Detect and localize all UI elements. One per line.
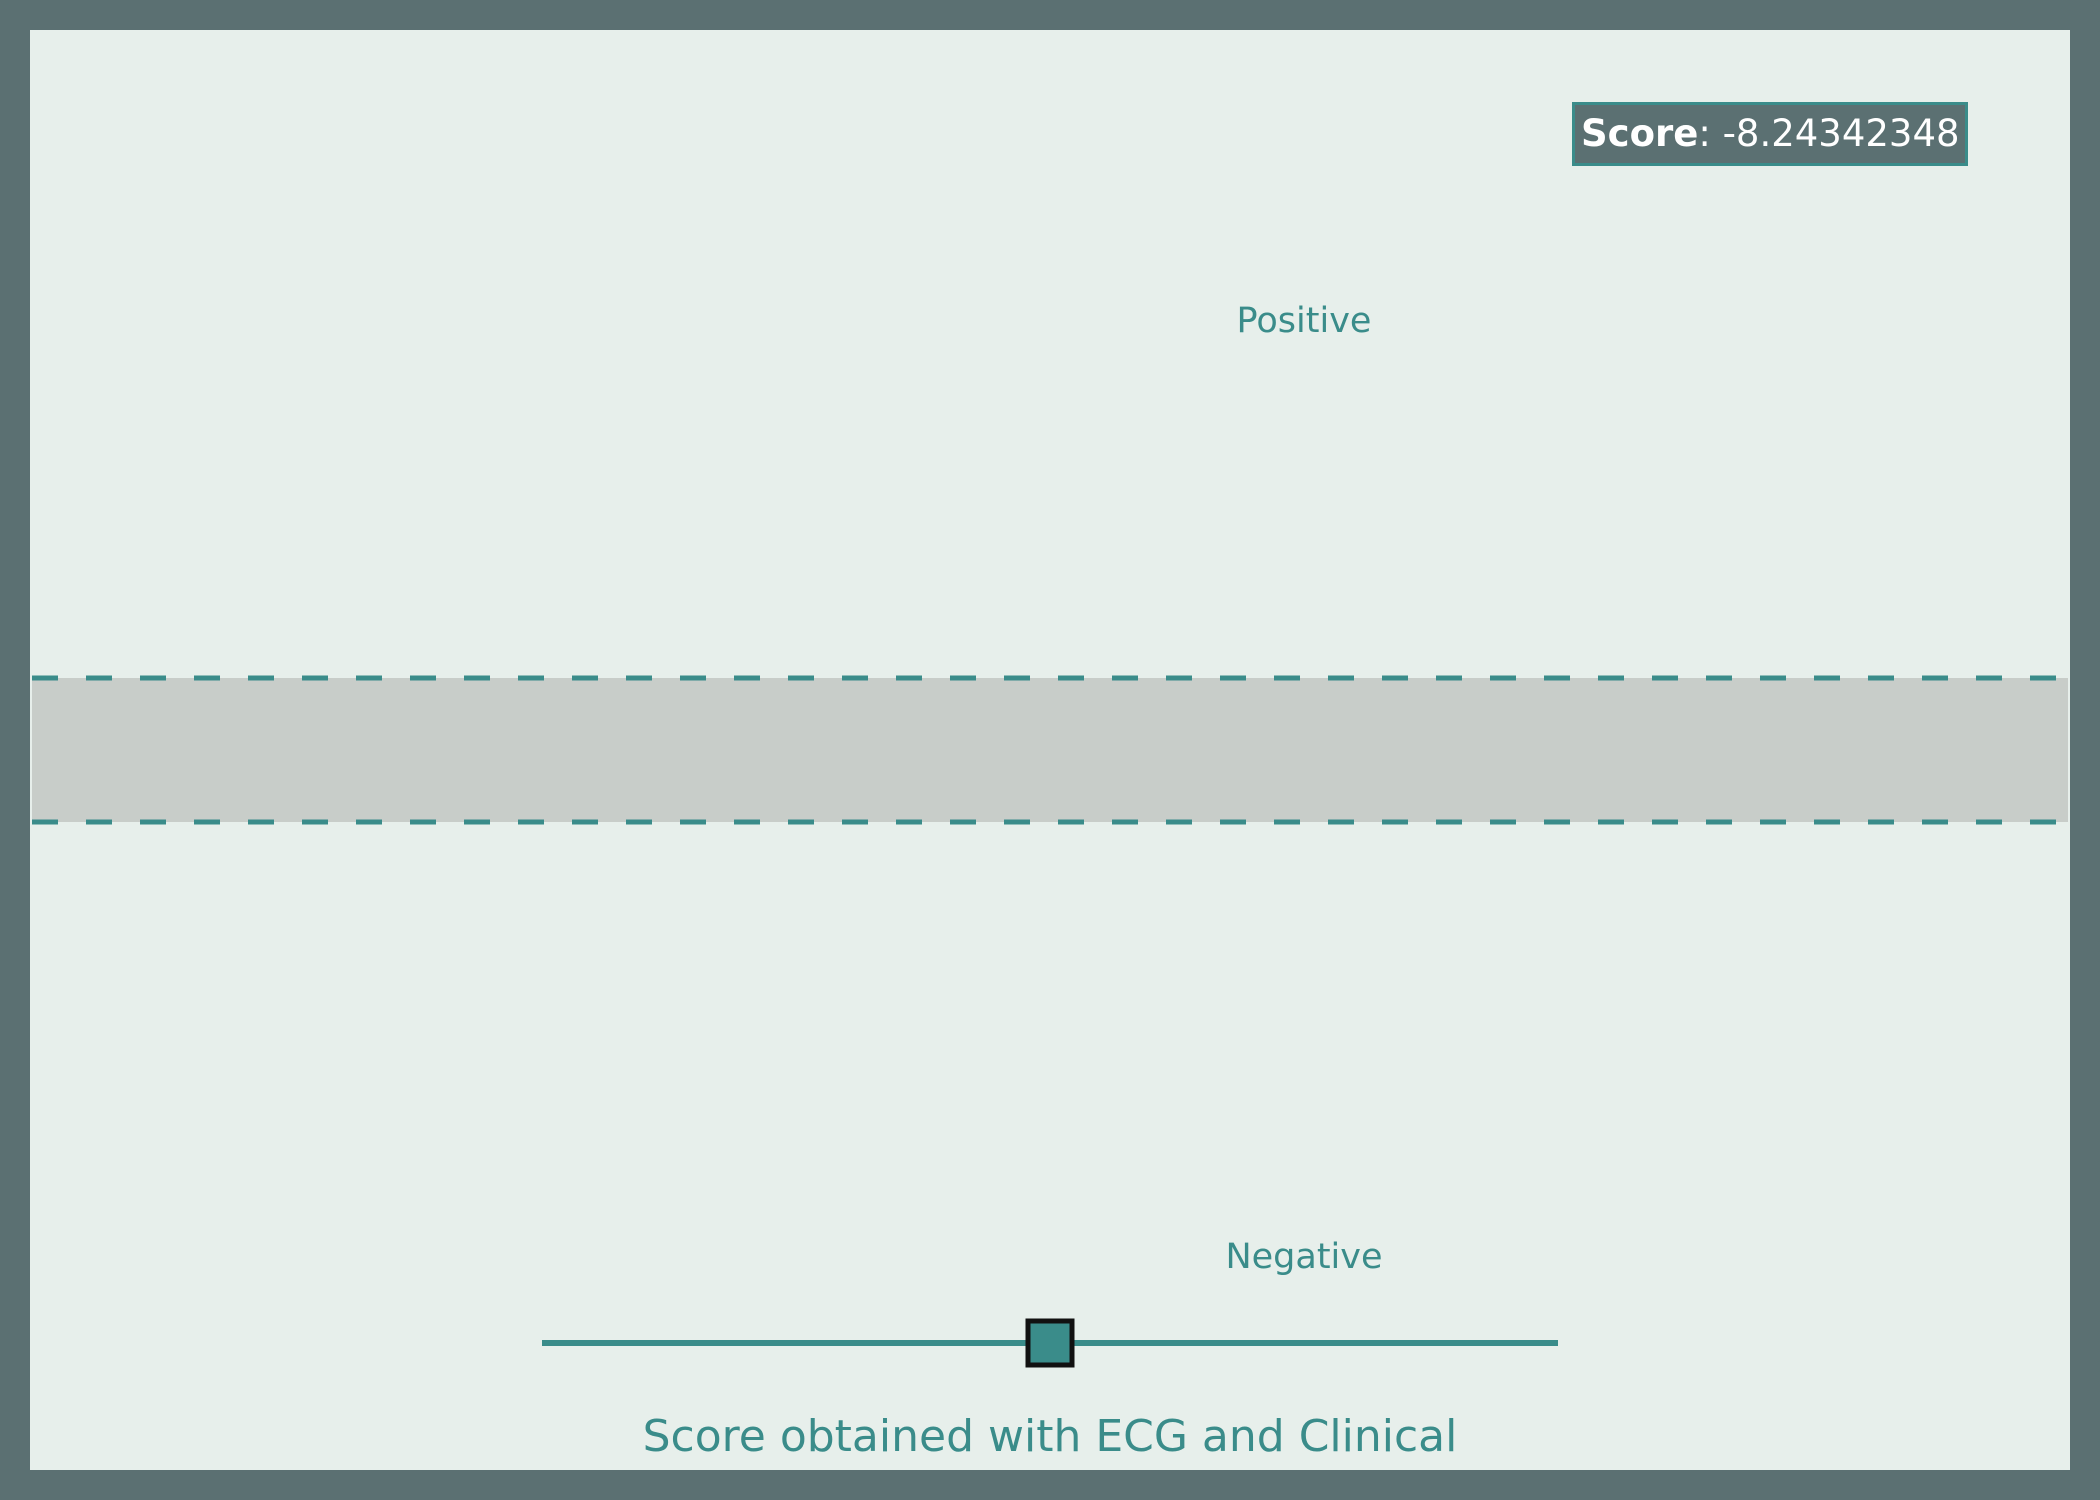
x-axis-label: Score obtained with ECG and Clinical <box>643 1411 1458 1462</box>
chart-canvas: Positive Negative Score obtained with EC… <box>32 301 2068 1462</box>
slider-handle[interactable] <box>1025 1318 1075 1368</box>
threshold-band <box>32 678 2068 822</box>
negative-label: Negative <box>1225 1237 1382 1277</box>
positive-label: Positive <box>1237 301 1372 341</box>
